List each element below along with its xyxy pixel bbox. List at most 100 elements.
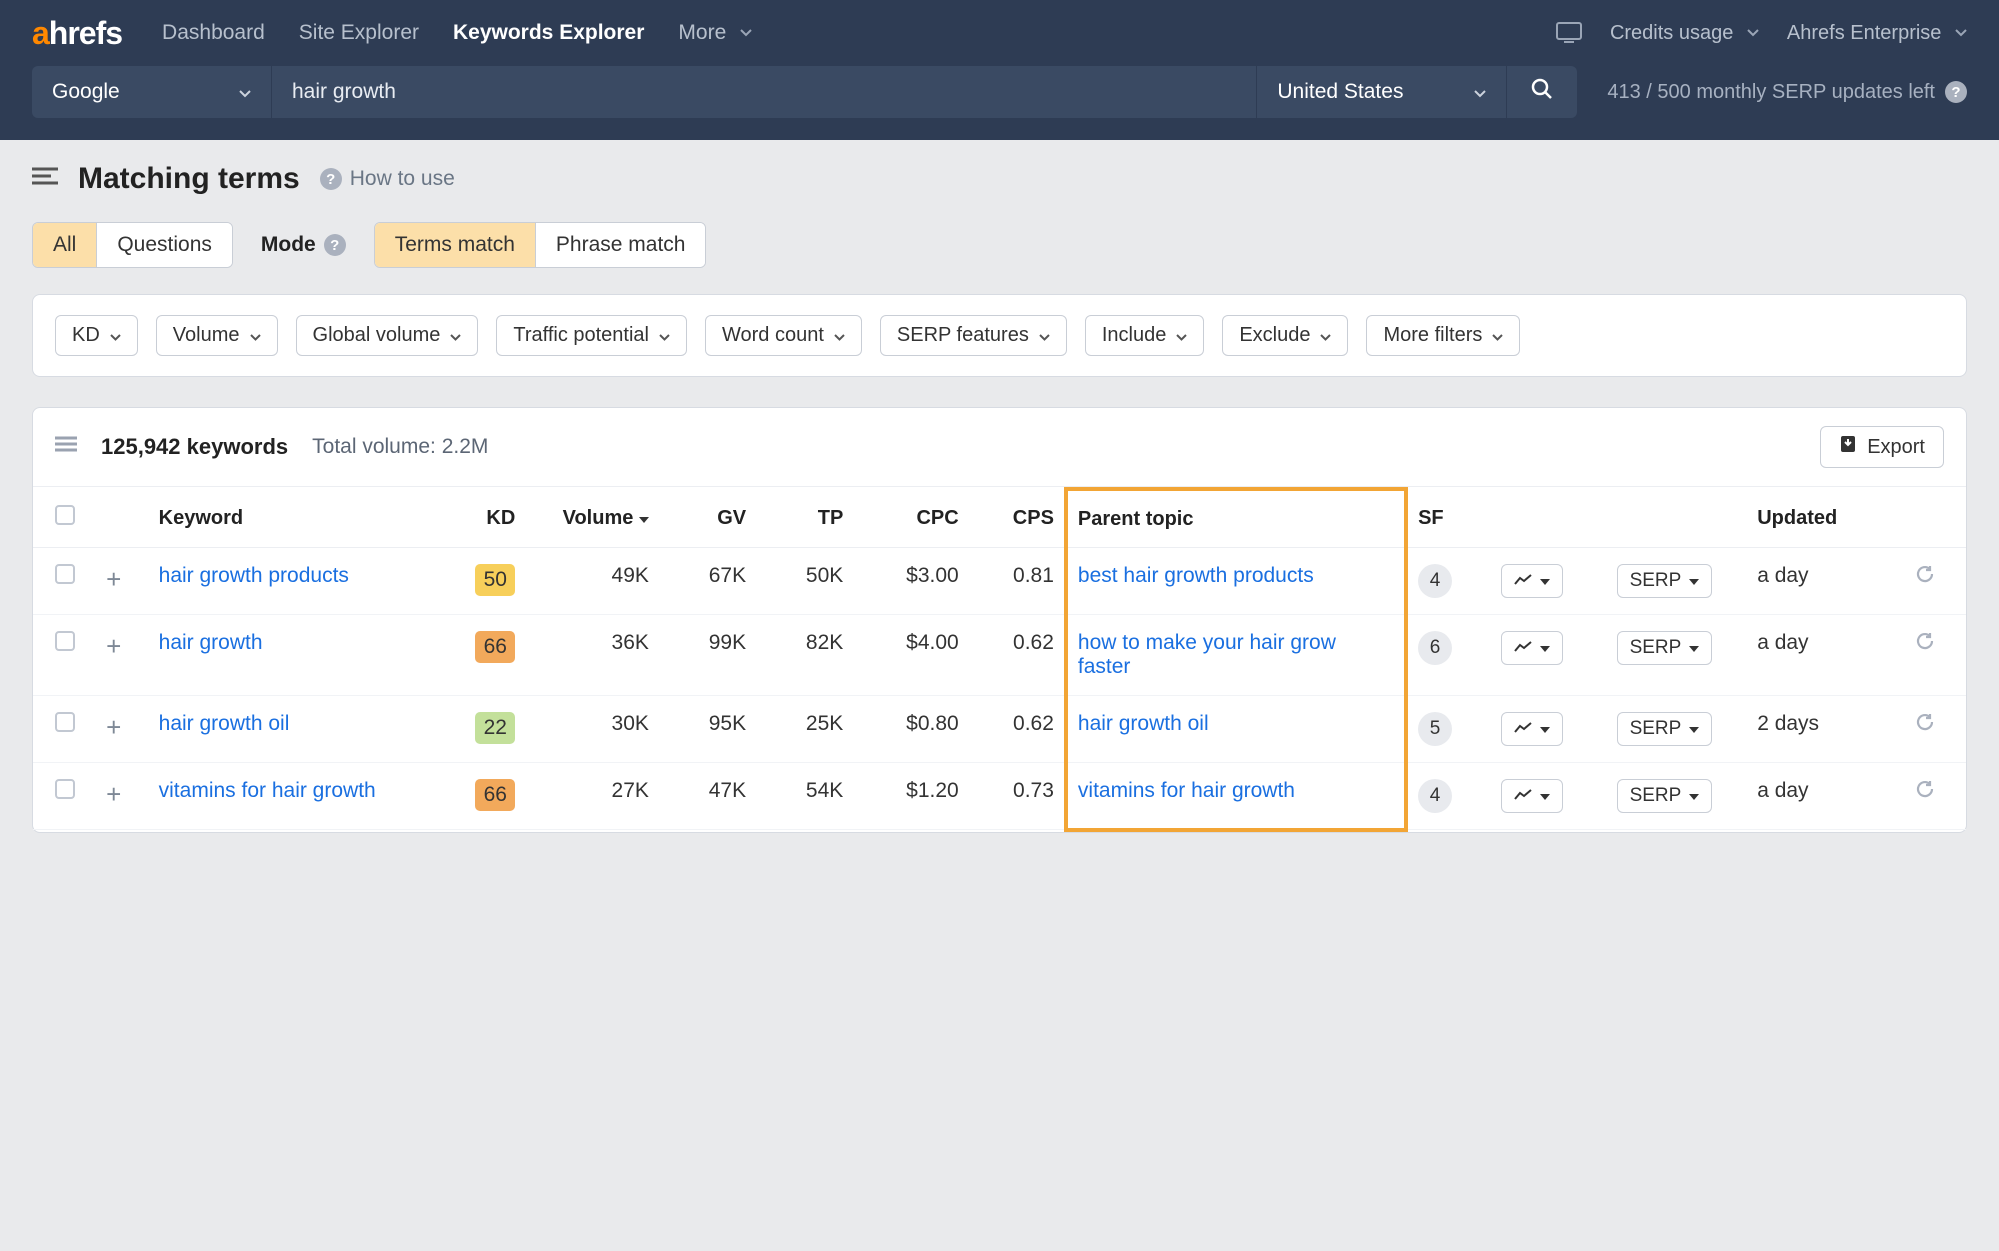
mode-label-text: Mode: [261, 233, 316, 257]
export-button[interactable]: Export: [1820, 426, 1944, 468]
select-all-checkbox[interactable]: [55, 505, 75, 525]
refresh-icon[interactable]: [1915, 781, 1935, 804]
columns-icon[interactable]: [55, 435, 77, 459]
trend-dropdown[interactable]: [1501, 564, 1563, 598]
credits-usage-menu[interactable]: Credits usage: [1610, 22, 1759, 45]
serp-dropdown[interactable]: SERP: [1617, 712, 1713, 746]
keyword-count: 125,942 keywords: [101, 434, 288, 460]
trend-icon: [1514, 785, 1532, 807]
filter-volume[interactable]: Volume: [156, 315, 278, 356]
col-sf[interactable]: SF: [1406, 489, 1491, 548]
filter-label: More filters: [1383, 324, 1482, 347]
mode-phrase-match[interactable]: Phrase match: [535, 223, 706, 267]
help-icon[interactable]: ?: [1945, 81, 1967, 103]
col-volume-label: Volume: [563, 507, 634, 529]
parent-topic-link[interactable]: vitamins for hair growth: [1078, 779, 1295, 802]
country-select[interactable]: United States: [1257, 66, 1507, 118]
expand-icon[interactable]: +: [106, 564, 129, 594]
how-to-use-link[interactable]: ? How to use: [320, 167, 455, 191]
col-tp[interactable]: TP: [756, 489, 853, 548]
scope-questions[interactable]: Questions: [96, 223, 232, 267]
filter-more-filters[interactable]: More filters: [1366, 315, 1520, 356]
monitor-icon[interactable]: [1556, 22, 1582, 44]
sf-badge[interactable]: 5: [1418, 712, 1452, 746]
expand-icon[interactable]: +: [106, 631, 129, 661]
filters-card: KD Volume Global volume Traffic potentia…: [32, 294, 1967, 377]
logo-rest: hrefs: [49, 15, 122, 51]
filter-include[interactable]: Include: [1085, 315, 1205, 356]
parent-topic-link[interactable]: hair growth oil: [1078, 712, 1209, 735]
col-updated[interactable]: Updated: [1747, 489, 1905, 548]
keyword-link[interactable]: hair growth: [159, 631, 263, 654]
parent-topic-link[interactable]: best hair growth products: [1078, 564, 1314, 587]
nav-dashboard[interactable]: Dashboard: [162, 21, 265, 45]
keyword-link[interactable]: hair growth products: [159, 564, 349, 587]
col-keyword[interactable]: Keyword: [149, 489, 441, 548]
help-icon[interactable]: ?: [324, 234, 346, 256]
keyword-link[interactable]: hair growth oil: [159, 712, 290, 735]
table-row: +hair growth products5049K67K50K$3.000.8…: [33, 548, 1966, 615]
parent-topic-link[interactable]: how to make your hair grow faster: [1078, 631, 1336, 678]
scope-all[interactable]: All: [33, 223, 96, 267]
filter-word-count[interactable]: Word count: [705, 315, 862, 356]
serp-dropdown[interactable]: SERP: [1617, 779, 1713, 813]
trend-dropdown[interactable]: [1501, 631, 1563, 665]
col-parent-topic[interactable]: Parent topic: [1066, 489, 1406, 548]
col-volume[interactable]: Volume: [525, 489, 659, 548]
nav-keywords-explorer[interactable]: Keywords Explorer: [453, 21, 644, 45]
sf-badge[interactable]: 6: [1418, 631, 1452, 665]
serp-dropdown[interactable]: SERP: [1617, 631, 1713, 665]
cell-tp: 54K: [756, 763, 853, 830]
how-to-use-label: How to use: [350, 167, 455, 191]
menu-icon[interactable]: [32, 166, 58, 192]
cell-updated: a day: [1747, 763, 1905, 830]
total-volume: Total volume: 2.2M: [312, 435, 488, 459]
keyword-link[interactable]: vitamins for hair growth: [159, 779, 376, 802]
chevron-down-icon: [1039, 324, 1050, 347]
cell-gv: 67K: [659, 548, 756, 615]
refresh-icon[interactable]: [1915, 566, 1935, 589]
account-menu[interactable]: Ahrefs Enterprise: [1787, 22, 1967, 45]
trend-dropdown[interactable]: [1501, 779, 1563, 813]
filter-label: SERP features: [897, 324, 1029, 347]
mode-terms-match[interactable]: Terms match: [375, 223, 535, 267]
chevron-down-icon: [1540, 637, 1550, 659]
search-button[interactable]: [1507, 66, 1577, 118]
search-engine-select[interactable]: Google: [32, 66, 272, 118]
search-query-input[interactable]: hair growth: [272, 66, 1257, 118]
row-checkbox[interactable]: [55, 779, 75, 799]
refresh-icon[interactable]: [1915, 633, 1935, 656]
filter-traffic-potential[interactable]: Traffic potential: [496, 315, 687, 356]
col-cpc[interactable]: CPC: [853, 489, 968, 548]
refresh-icon[interactable]: [1915, 714, 1935, 737]
sf-badge[interactable]: 4: [1418, 779, 1452, 813]
results-head: 125,942 keywords Total volume: 2.2M Expo…: [33, 408, 1966, 487]
col-gv[interactable]: GV: [659, 489, 756, 548]
account-label: Ahrefs Enterprise: [1787, 22, 1942, 44]
col-kd[interactable]: KD: [440, 489, 525, 548]
filter-kd[interactable]: KD: [55, 315, 138, 356]
row-checkbox[interactable]: [55, 712, 75, 732]
filter-global-volume[interactable]: Global volume: [296, 315, 479, 356]
sf-badge[interactable]: 4: [1418, 564, 1452, 598]
serp-updates-text: 413 / 500 monthly SERP updates left: [1607, 81, 1935, 104]
chevron-down-icon: [1689, 785, 1699, 807]
serp-dropdown[interactable]: SERP: [1617, 564, 1713, 598]
trend-icon: [1514, 637, 1532, 659]
search-bar: Google hair growth United States 413 / 5…: [0, 66, 1999, 140]
filter-label: Global volume: [313, 324, 441, 347]
row-checkbox[interactable]: [55, 564, 75, 584]
serp-label: SERP: [1630, 637, 1682, 659]
row-checkbox[interactable]: [55, 631, 75, 651]
brand-logo[interactable]: ahrefs: [32, 15, 122, 52]
nav-more[interactable]: More: [678, 21, 752, 45]
chevron-down-icon: [1492, 324, 1503, 347]
nav-site-explorer[interactable]: Site Explorer: [299, 21, 419, 45]
filter-exclude[interactable]: Exclude: [1222, 315, 1348, 356]
trend-dropdown[interactable]: [1501, 712, 1563, 746]
filter-serp-features[interactable]: SERP features: [880, 315, 1067, 356]
col-checkbox: [33, 489, 96, 548]
expand-icon[interactable]: +: [106, 712, 129, 742]
col-cps[interactable]: CPS: [969, 489, 1066, 548]
expand-icon[interactable]: +: [106, 779, 129, 809]
